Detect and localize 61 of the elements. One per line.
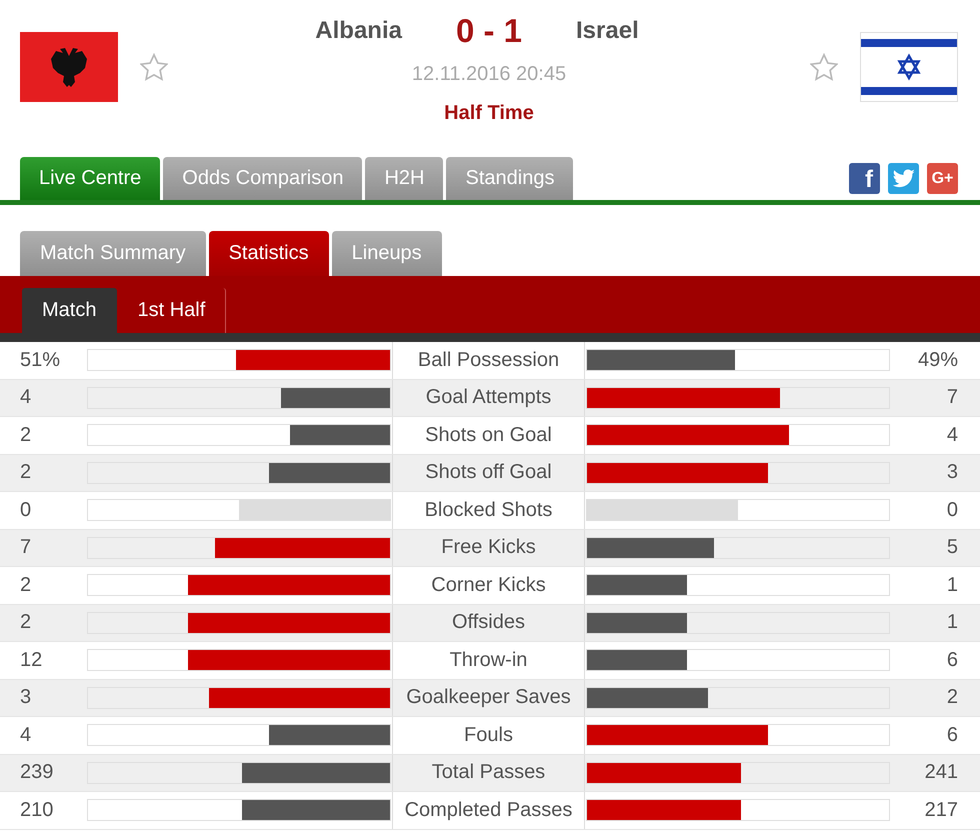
stat-label: Completed Passes [392,792,585,828]
tab[interactable]: Lineups [332,231,442,276]
home-value: 2 [19,424,32,447]
away-value: 6 [946,648,959,672]
twitter-button[interactable] [888,163,919,194]
stat-label: Ball Possession [392,342,585,378]
tab[interactable]: Live Centre [20,157,160,200]
home-value: 2 [19,461,32,484]
stat-label: Offsides [392,604,585,641]
tab[interactable]: Statistics [208,231,329,276]
home-value: 210 [19,798,54,822]
away-value: 4 [946,424,959,447]
match-datetime: 12.11.2016 20:45 [412,62,566,86]
tab[interactable]: Odds Comparison [163,157,362,200]
home-value: 2 [19,611,32,634]
home-value: 0 [19,498,32,522]
away-value: 2 [946,686,959,710]
home-value: 3 [19,686,32,710]
tab[interactable]: Match Summary [20,231,206,276]
stat-label: Goal Attempts [392,380,585,416]
stat-label: Throw-in [392,642,585,678]
away-value: 49% [916,348,959,372]
score: 0 - 1 [456,12,522,50]
tab[interactable]: 1st Half [117,288,226,333]
tab[interactable]: Match [22,288,118,333]
stat-label: Corner Kicks [392,567,585,604]
away-value: 241 [924,761,959,784]
home-value: 2 [19,574,32,597]
stat-label: Fouls [392,717,585,754]
away-value: 6 [946,724,959,747]
home-value: 4 [19,386,32,410]
away-value: 7 [946,386,959,410]
facebook-button[interactable]: f [849,163,880,194]
home-value: 12 [19,648,44,672]
tab[interactable]: Standings [446,157,574,200]
star-icon[interactable] [810,53,838,81]
match-status: Half Time [444,101,534,125]
flag-icon [860,32,958,102]
home-value: 4 [19,724,32,747]
team-name: Israel [576,17,639,45]
stat-label: Free Kicks [392,530,585,566]
away-value: 1 [946,611,959,634]
home-value: 7 [19,536,32,560]
away-value: 3 [946,461,959,484]
stat-label: Shots off Goal [392,454,585,491]
google-plus-button[interactable]: G+ [927,163,958,194]
star-icon[interactable] [140,53,168,81]
stat-label: Total Passes [392,754,585,791]
home-value: 51% [19,348,62,372]
bird-icon [892,167,915,190]
tab[interactable]: H2H [365,157,444,200]
away-value: 5 [946,536,959,560]
home-value: 239 [19,761,54,784]
away-value: 217 [924,798,959,822]
stat-label: Blocked Shots [392,492,585,528]
away-value: 0 [946,498,959,522]
stat-label: Shots on Goal [392,417,585,454]
team-name: Albania [315,17,402,45]
stat-label: Goalkeeper Saves [392,680,585,716]
away-value: 1 [946,574,959,597]
flag-icon [20,32,118,102]
